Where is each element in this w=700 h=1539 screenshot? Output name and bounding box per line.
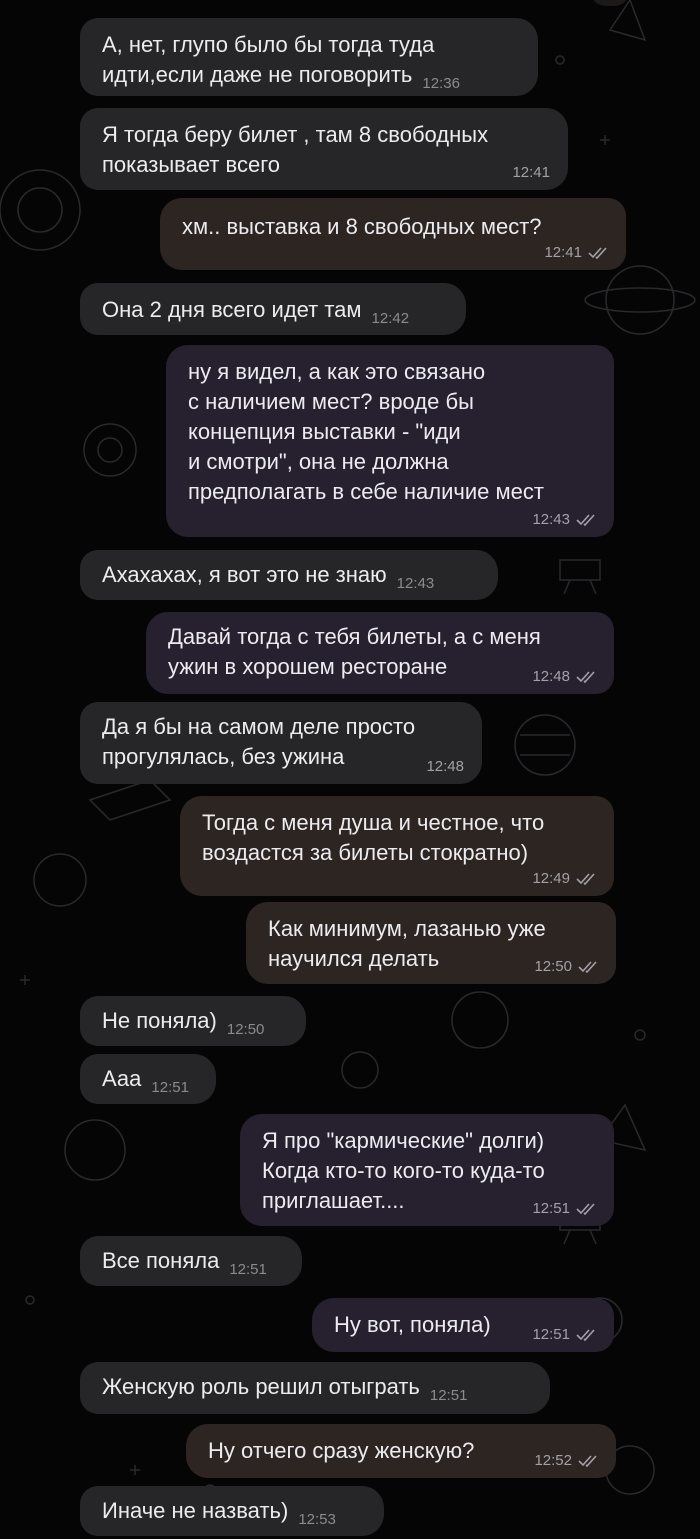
outgoing-message[interactable]: Ну вот, поняла) 12:51 (312, 1298, 614, 1352)
message-text: ну я видел, а как это связано с наличием… (188, 359, 544, 504)
incoming-message[interactable]: Да я бы на самом деле просто прогулялась… (80, 702, 482, 784)
message-time: 12:50 (534, 958, 572, 975)
double-check-icon (576, 1203, 595, 1215)
message-meta: 12:51 (532, 1200, 596, 1218)
message-meta: 12:51 (532, 1326, 596, 1344)
incoming-message[interactable]: Ахахахах, я вот это не знаю 12:43 (80, 550, 498, 600)
message-time: 12:50 (226, 1021, 265, 1038)
message-meta: 12:52 (534, 1452, 598, 1470)
double-check-icon (578, 961, 597, 973)
message-time: 12:52 (534, 1452, 572, 1469)
double-check-icon (576, 671, 595, 683)
incoming-message[interactable]: Женскую роль решил отыграть 12:51 (80, 1362, 550, 1414)
message-text: Не поняла) (102, 1008, 217, 1033)
message-meta: 12:41 (512, 164, 550, 182)
incoming-message[interactable]: Не поняла) 12:50 (80, 996, 306, 1046)
message-meta: 12:48 (532, 668, 596, 686)
message-meta: 12:43 (532, 511, 596, 529)
message-time: 12:53 (298, 1511, 336, 1528)
message-text: Ахахахах, я вот это не знаю (102, 562, 387, 587)
double-check-icon (576, 514, 595, 526)
outgoing-message[interactable]: ну я видел, а как это связано с наличием… (166, 345, 614, 537)
message-time: 12:49 (532, 870, 570, 887)
outgoing-message[interactable]: Как минимум, лазанью уже научился делать… (246, 902, 616, 984)
incoming-message[interactable]: Она 2 дня всего идет там 12:42 (80, 283, 466, 335)
message-text: хм.. выставка и 8 свободных мест? (182, 214, 542, 239)
outgoing-message[interactable]: Я про "кармические" долги) Когда кто-то … (240, 1114, 614, 1226)
incoming-message[interactable]: Ааа 12:51 (80, 1054, 216, 1104)
incoming-message[interactable]: Иначе не назвать) 12:53 (80, 1486, 384, 1536)
message-time: 12:51 (429, 1387, 468, 1404)
message-text: Женскую роль решил отыграть (102, 1374, 420, 1399)
message-text: Все поняла (102, 1248, 220, 1273)
message-text: Как минимум, лазанью уже научился делать (268, 916, 546, 971)
message-text: Ну вот, поняла) (334, 1312, 491, 1337)
double-check-icon (576, 1329, 595, 1341)
message-text: Я про "кармические" долги) Когда кто-то … (262, 1128, 545, 1213)
message-meta: 12:49 (532, 870, 596, 888)
double-check-icon (576, 873, 595, 885)
double-check-icon (578, 1455, 597, 1467)
message-time: 12:51 (229, 1261, 267, 1278)
message-time: 12:48 (532, 668, 570, 685)
double-check-icon (588, 247, 607, 259)
message-text: Тогда с меня душа и честное, что воздаст… (202, 810, 545, 865)
message-text: Да я бы на самом деле просто прогулялась… (102, 714, 416, 769)
message-time: 12:36 (422, 75, 460, 92)
message-text: А, нет, глупо было бы тогда туда идти,ес… (102, 32, 435, 87)
message-time: 12:51 (532, 1326, 570, 1343)
message-time: 12:43 (396, 575, 435, 592)
message-text: Ну отчего сразу женскую? (208, 1438, 475, 1463)
message-text: Давай тогда с тебя билеты, а с меня ужин… (168, 624, 541, 679)
message-text: Она 2 дня всего идет там (102, 297, 362, 322)
chat-message-list[interactable]: А, нет, глупо было бы тогда туда идти,ес… (0, 0, 700, 1539)
outgoing-message[interactable]: Давай тогда с тебя билеты, а с меня ужин… (146, 612, 614, 694)
incoming-message[interactable]: Все поняла 12:51 (80, 1236, 302, 1286)
outgoing-message[interactable]: Ну отчего сразу женскую? 12:52 (186, 1424, 616, 1478)
message-meta: 12:50 (534, 958, 598, 976)
outgoing-message[interactable]: хм.. выставка и 8 свободных мест? 12:41 (160, 198, 626, 270)
message-time: 12:41 (512, 164, 550, 181)
message-time: 12:51 (532, 1200, 570, 1217)
message-time: 12:42 (371, 310, 410, 327)
incoming-message[interactable]: Я тогда беру билет , там 8 свободных пок… (80, 108, 568, 190)
message-meta: 12:41 (544, 244, 608, 262)
message-time: 12:43 (532, 511, 570, 528)
message-meta: 12:48 (426, 758, 464, 776)
message-text: Я тогда беру билет , там 8 свободных пок… (102, 122, 489, 177)
outgoing-message[interactable]: Тогда с меня душа и честное, что воздаст… (180, 796, 614, 896)
message-text: Ааа (102, 1066, 142, 1091)
message-time: 12:41 (544, 244, 582, 261)
message-text: Иначе не назвать) (102, 1498, 289, 1523)
message-time: 12:48 (426, 758, 464, 775)
incoming-message[interactable]: А, нет, глупо было бы тогда туда идти,ес… (80, 18, 538, 96)
message-time: 12:51 (151, 1079, 189, 1096)
